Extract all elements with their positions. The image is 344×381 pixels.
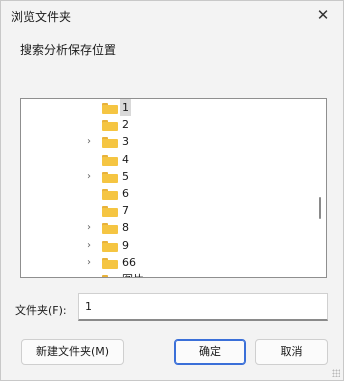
folder-icon xyxy=(102,240,118,252)
folder-label: 文件夹(F): xyxy=(15,304,67,317)
tree-item[interactable]: › 66 xyxy=(21,254,311,271)
new-folder-button[interactable]: 新建文件夹(M) xyxy=(21,339,124,365)
title-bar: 浏览文件夹 ✕ xyxy=(1,1,343,31)
tree-item-label: 4 xyxy=(122,152,129,166)
tree-item-label: 66 xyxy=(122,255,136,269)
folder-icon xyxy=(102,120,118,132)
tree-item[interactable]: 1 xyxy=(21,99,311,116)
tree-item[interactable]: 6 xyxy=(21,185,311,202)
folder-icon xyxy=(102,171,118,183)
folder-icon xyxy=(102,103,118,114)
cancel-button[interactable]: 取消 xyxy=(255,339,328,365)
tree-item[interactable]: › 5 xyxy=(21,168,311,185)
folder-icon xyxy=(102,275,118,277)
chevron-right-icon[interactable]: › xyxy=(87,133,97,150)
tree-item-label: 2 xyxy=(122,118,129,132)
dialog-title: 浏览文件夹 xyxy=(11,10,72,24)
scrollbar-thumb[interactable] xyxy=(319,197,321,219)
chevron-right-icon[interactable]: › xyxy=(87,168,97,185)
ok-button[interactable]: 确定 xyxy=(174,339,246,365)
folder-input[interactable] xyxy=(78,293,328,321)
instruction-text: 搜索分析保存位置 xyxy=(20,43,117,57)
tree-item-label: 图片 xyxy=(122,271,144,277)
folder-tree[interactable]: 12›34›567›8›9›66图片 xyxy=(20,98,327,278)
folder-icon xyxy=(102,137,118,149)
folder-icon xyxy=(102,189,118,200)
tree-item[interactable]: › 9 xyxy=(21,237,311,254)
folder-icon xyxy=(102,154,118,166)
chevron-right-icon[interactable]: › xyxy=(87,254,97,271)
chevron-right-icon[interactable]: › xyxy=(87,219,97,236)
folder-icon xyxy=(102,206,118,218)
folder-icon xyxy=(102,223,118,235)
tree-item-label: 9 xyxy=(122,238,129,252)
tree-item-label: 8 xyxy=(122,221,129,235)
tree-item[interactable]: 7 xyxy=(21,202,311,219)
tree-item-label: 7 xyxy=(122,204,129,218)
tree-item[interactable]: 2 xyxy=(21,116,311,133)
tree-item[interactable]: 4 xyxy=(21,151,311,168)
tree-item-label: 1 xyxy=(120,99,131,116)
close-icon[interactable]: ✕ xyxy=(309,3,337,27)
tree-item[interactable]: › 3 xyxy=(21,133,311,150)
tree-item-label: 3 xyxy=(122,135,129,149)
tree-item[interactable]: 图片 xyxy=(21,271,311,277)
tree-item-label: 6 xyxy=(122,187,129,200)
resize-grip-icon[interactable] xyxy=(332,369,340,377)
chevron-right-icon[interactable]: › xyxy=(87,237,97,254)
folder-icon xyxy=(102,257,118,269)
tree-item-label: 5 xyxy=(122,169,129,183)
tree-item[interactable]: › 8 xyxy=(21,219,311,236)
browse-folder-dialog: 浏览文件夹 ✕ 搜索分析保存位置 12›34›567›8›9›66图片 文件夹(… xyxy=(0,0,344,381)
